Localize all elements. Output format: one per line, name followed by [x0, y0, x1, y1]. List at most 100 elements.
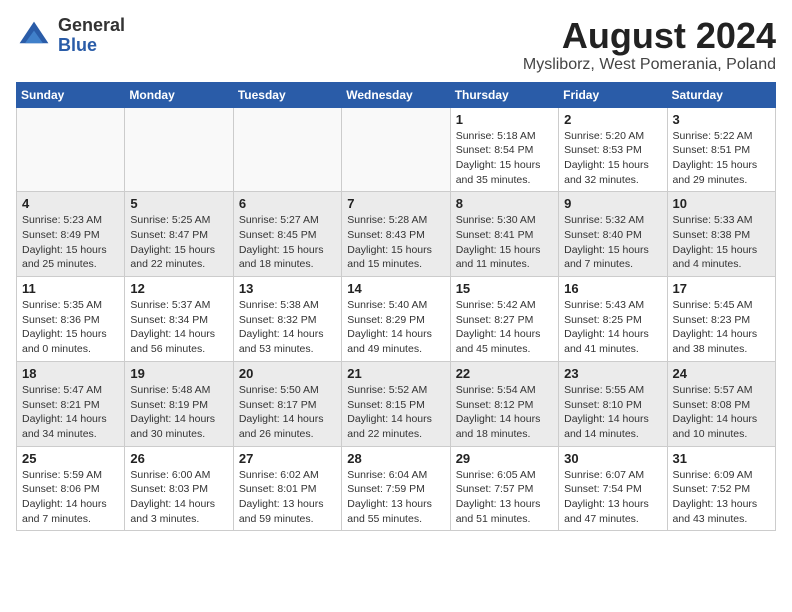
day-number: 1	[456, 112, 553, 127]
day-number: 30	[564, 451, 661, 466]
day-number: 23	[564, 366, 661, 381]
day-number: 29	[456, 451, 553, 466]
day-number: 19	[130, 366, 227, 381]
day-number: 22	[456, 366, 553, 381]
day-info: Sunrise: 5:54 AM Sunset: 8:12 PM Dayligh…	[456, 383, 553, 442]
day-info: Sunrise: 5:37 AM Sunset: 8:34 PM Dayligh…	[130, 298, 227, 357]
calendar-week-row: 4Sunrise: 5:23 AM Sunset: 8:49 PM Daylig…	[17, 192, 776, 277]
calendar-cell: 23 Sunrise: 5:55 AM Sunset: 8:10 PM Dayli…	[559, 361, 667, 446]
day-number: 2	[564, 112, 661, 127]
day-number: 3	[673, 112, 770, 127]
calendar-cell: 24Sunrise: 5:57 AM Sunset: 8:08 PM Dayli…	[667, 361, 775, 446]
day-number: 11	[22, 281, 119, 296]
calendar-header-row: SundayMondayTuesdayWednesdayThursdayFrid…	[17, 82, 776, 107]
calendar-cell: 17 Sunrise: 5:45 AM Sunset: 8:23 PM Dayli…	[667, 277, 775, 362]
month-title: August 2024	[523, 16, 776, 56]
day-info: Sunrise: 5:38 AM Sunset: 8:32 PM Dayligh…	[239, 298, 336, 357]
calendar-cell: 19 Sunrise: 5:48 AM Sunset: 8:19 PM Dayli…	[125, 361, 233, 446]
day-number: 16	[564, 281, 661, 296]
logo-icon	[16, 18, 52, 54]
calendar-cell: 22 Sunrise: 5:54 AM Sunset: 8:12 PM Dayli…	[450, 361, 558, 446]
calendar-cell: 29 Sunrise: 6:05 AM Sunset: 7:57 PM Dayli…	[450, 446, 558, 531]
day-info: Sunrise: 5:50 AM Sunset: 8:17 PM Dayligh…	[239, 383, 336, 442]
day-number: 26	[130, 451, 227, 466]
calendar-week-row: 18 Sunrise: 5:47 AM Sunset: 8:21 PM Dayli…	[17, 361, 776, 446]
weekday-header: Sunday	[17, 82, 125, 107]
logo-line1: General	[58, 16, 125, 36]
day-info: Sunrise: 5:52 AM Sunset: 8:15 PM Dayligh…	[347, 383, 444, 442]
calendar-cell: 11 Sunrise: 5:35 AM Sunset: 8:36 PM Dayli…	[17, 277, 125, 362]
day-number: 18	[22, 366, 119, 381]
calendar-cell	[233, 107, 341, 192]
day-number: 28	[347, 451, 444, 466]
calendar-cell	[342, 107, 450, 192]
calendar-cell: 6Sunrise: 5:27 AM Sunset: 8:45 PM Daylig…	[233, 192, 341, 277]
day-info: Sunrise: 6:09 AM Sunset: 7:52 PM Dayligh…	[673, 468, 770, 527]
weekday-header: Tuesday	[233, 82, 341, 107]
calendar-cell: 3 Sunrise: 5:22 AM Sunset: 8:51 PM Daylig…	[667, 107, 775, 192]
day-number: 15	[456, 281, 553, 296]
day-info: Sunrise: 5:40 AM Sunset: 8:29 PM Dayligh…	[347, 298, 444, 357]
day-number: 5	[130, 196, 227, 211]
day-info: Sunrise: 5:48 AM Sunset: 8:19 PM Dayligh…	[130, 383, 227, 442]
day-number: 12	[130, 281, 227, 296]
calendar-cell: 31 Sunrise: 6:09 AM Sunset: 7:52 PM Dayli…	[667, 446, 775, 531]
calendar-cell: 18 Sunrise: 5:47 AM Sunset: 8:21 PM Dayli…	[17, 361, 125, 446]
day-number: 14	[347, 281, 444, 296]
day-info: Sunrise: 5:47 AM Sunset: 8:21 PM Dayligh…	[22, 383, 119, 442]
day-info: Sunrise: 5:55 AM Sunset: 8:10 PM Dayligh…	[564, 383, 661, 442]
day-number: 10	[673, 196, 770, 211]
day-info: Sunrise: 5:43 AM Sunset: 8:25 PM Dayligh…	[564, 298, 661, 357]
logo-line2: Blue	[58, 36, 125, 56]
location-title: Mysliborz, West Pomerania, Poland	[523, 56, 776, 74]
calendar-week-row: 1 Sunrise: 5:18 AM Sunset: 8:54 PM Daylig…	[17, 107, 776, 192]
day-info: Sunrise: 5:23 AM Sunset: 8:49 PM Dayligh…	[22, 213, 119, 272]
weekday-header: Wednesday	[342, 82, 450, 107]
calendar-cell: 20 Sunrise: 5:50 AM Sunset: 8:17 PM Dayli…	[233, 361, 341, 446]
calendar-cell: 7 Sunrise: 5:28 AM Sunset: 8:43 PM Daylig…	[342, 192, 450, 277]
calendar-week-row: 25Sunrise: 5:59 AM Sunset: 8:06 PM Dayli…	[17, 446, 776, 531]
calendar-cell: 1 Sunrise: 5:18 AM Sunset: 8:54 PM Daylig…	[450, 107, 558, 192]
calendar-cell: 26 Sunrise: 6:00 AM Sunset: 8:03 PM Dayli…	[125, 446, 233, 531]
calendar-cell: 16 Sunrise: 5:43 AM Sunset: 8:25 PM Dayli…	[559, 277, 667, 362]
day-info: Sunrise: 6:07 AM Sunset: 7:54 PM Dayligh…	[564, 468, 661, 527]
day-info: Sunrise: 5:22 AM Sunset: 8:51 PM Dayligh…	[673, 129, 770, 188]
calendar-cell: 30 Sunrise: 6:07 AM Sunset: 7:54 PM Dayli…	[559, 446, 667, 531]
day-info: Sunrise: 6:05 AM Sunset: 7:57 PM Dayligh…	[456, 468, 553, 527]
weekday-header: Thursday	[450, 82, 558, 107]
day-number: 7	[347, 196, 444, 211]
day-number: 20	[239, 366, 336, 381]
day-info: Sunrise: 5:18 AM Sunset: 8:54 PM Dayligh…	[456, 129, 553, 188]
day-number: 21	[347, 366, 444, 381]
day-info: Sunrise: 6:04 AM Sunset: 7:59 PM Dayligh…	[347, 468, 444, 527]
calendar-cell: 28 Sunrise: 6:04 AM Sunset: 7:59 PM Dayli…	[342, 446, 450, 531]
calendar-cell: 27 Sunrise: 6:02 AM Sunset: 8:01 PM Dayli…	[233, 446, 341, 531]
title-area: August 2024 Mysliborz, West Pomerania, P…	[523, 16, 776, 74]
day-number: 13	[239, 281, 336, 296]
calendar-cell: 5Sunrise: 5:25 AM Sunset: 8:47 PM Daylig…	[125, 192, 233, 277]
day-number: 25	[22, 451, 119, 466]
calendar-cell: 8Sunrise: 5:30 AM Sunset: 8:41 PM Daylig…	[450, 192, 558, 277]
calendar-cell: 25Sunrise: 5:59 AM Sunset: 8:06 PM Dayli…	[17, 446, 125, 531]
day-number: 8	[456, 196, 553, 211]
day-info: Sunrise: 5:28 AM Sunset: 8:43 PM Dayligh…	[347, 213, 444, 272]
day-info: Sunrise: 5:32 AM Sunset: 8:40 PM Dayligh…	[564, 213, 661, 272]
logo-text: General Blue	[58, 16, 125, 56]
day-info: Sunrise: 5:42 AM Sunset: 8:27 PM Dayligh…	[456, 298, 553, 357]
calendar: SundayMondayTuesdayWednesdayThursdayFrid…	[16, 82, 776, 532]
day-info: Sunrise: 5:33 AM Sunset: 8:38 PM Dayligh…	[673, 213, 770, 272]
day-info: Sunrise: 6:02 AM Sunset: 8:01 PM Dayligh…	[239, 468, 336, 527]
day-info: Sunrise: 5:45 AM Sunset: 8:23 PM Dayligh…	[673, 298, 770, 357]
day-info: Sunrise: 5:35 AM Sunset: 8:36 PM Dayligh…	[22, 298, 119, 357]
calendar-cell: 2Sunrise: 5:20 AM Sunset: 8:53 PM Daylig…	[559, 107, 667, 192]
calendar-cell: 21 Sunrise: 5:52 AM Sunset: 8:15 PM Dayli…	[342, 361, 450, 446]
weekday-header: Monday	[125, 82, 233, 107]
day-number: 17	[673, 281, 770, 296]
day-number: 6	[239, 196, 336, 211]
calendar-week-row: 11 Sunrise: 5:35 AM Sunset: 8:36 PM Dayli…	[17, 277, 776, 362]
day-number: 31	[673, 451, 770, 466]
day-info: Sunrise: 5:57 AM Sunset: 8:08 PM Dayligh…	[673, 383, 770, 442]
day-number: 27	[239, 451, 336, 466]
header: General Blue August 2024 Mysliborz, West…	[16, 16, 776, 74]
day-info: Sunrise: 6:00 AM Sunset: 8:03 PM Dayligh…	[130, 468, 227, 527]
